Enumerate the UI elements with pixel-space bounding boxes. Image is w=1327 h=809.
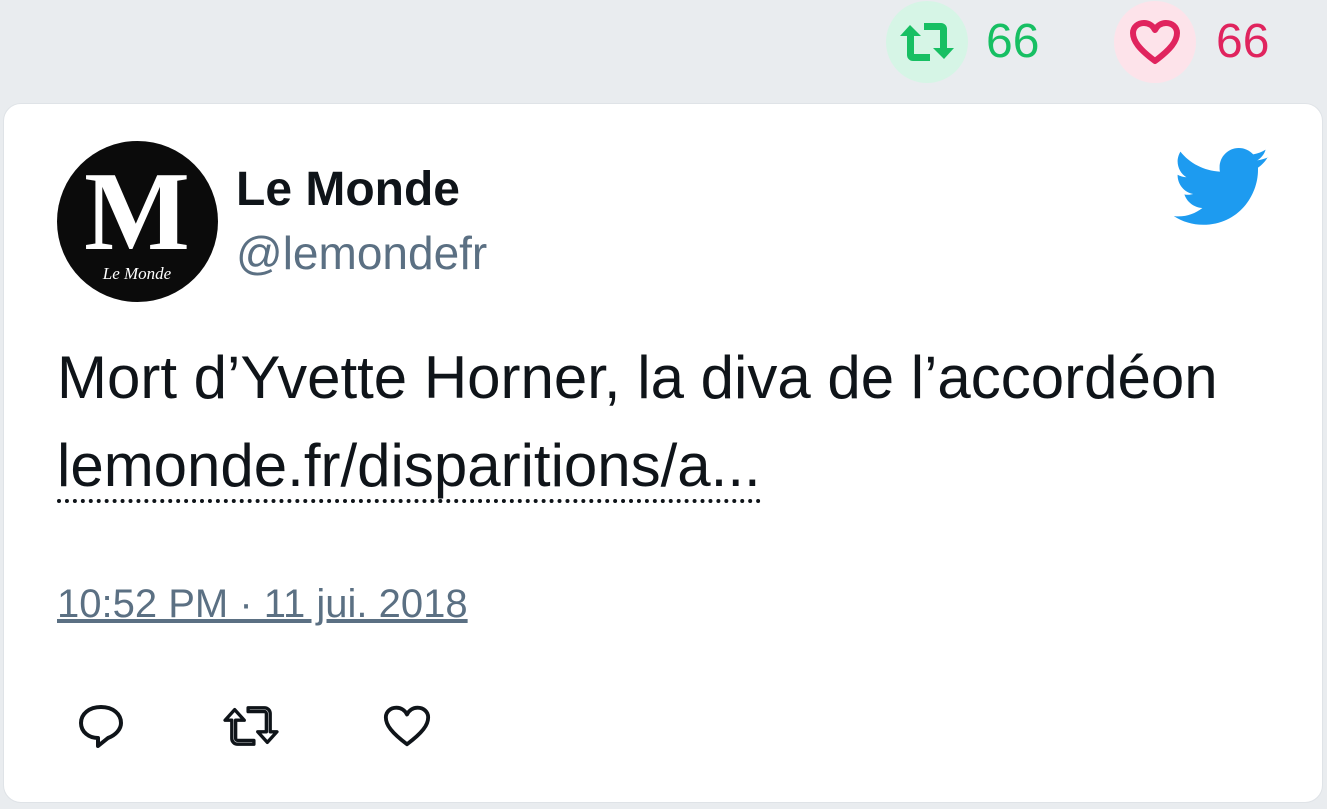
tweet-body: Mort d’Yvette Horner, la diva de l’accor… bbox=[57, 344, 1218, 411]
author-name[interactable]: Le Monde bbox=[236, 166, 460, 214]
retweet-count: 66 bbox=[986, 15, 1040, 68]
retweet-icon bbox=[223, 706, 279, 746]
like-stat[interactable]: 66 bbox=[1114, 1, 1270, 83]
heart-icon[interactable] bbox=[1114, 1, 1196, 83]
author-handle[interactable]: @lemondefr bbox=[236, 230, 487, 276]
reply-button[interactable] bbox=[71, 696, 131, 756]
like-count: 66 bbox=[1216, 15, 1270, 68]
svg-text:Le Monde: Le Monde bbox=[102, 264, 172, 283]
like-button[interactable] bbox=[377, 696, 437, 756]
retweet-stat[interactable]: 66 bbox=[886, 1, 1040, 83]
engagement-bar: 66 66 bbox=[0, 0, 1327, 100]
reply-icon bbox=[79, 705, 123, 748]
avatar[interactable]: M Le Monde bbox=[57, 141, 218, 302]
twitter-bird-icon[interactable] bbox=[1173, 148, 1270, 228]
retweet-button[interactable] bbox=[221, 696, 281, 756]
retweet-icon[interactable] bbox=[886, 1, 968, 83]
tweet-timestamp[interactable]: 10:52 PM · 11 jui. 2018 bbox=[57, 584, 468, 624]
le-monde-logo: M Le Monde bbox=[84, 150, 190, 283]
tweet-text: Mort d’Yvette Horner, la diva de l’accor… bbox=[57, 334, 1257, 510]
svg-text:M: M bbox=[84, 150, 190, 274]
tweet-link[interactable]: lemonde.fr/disparitions/a... bbox=[57, 432, 761, 503]
tweet-card[interactable]: M Le Monde Le Monde @lemondefr Mort d’Yv… bbox=[3, 103, 1323, 803]
heart-icon bbox=[383, 705, 431, 747]
